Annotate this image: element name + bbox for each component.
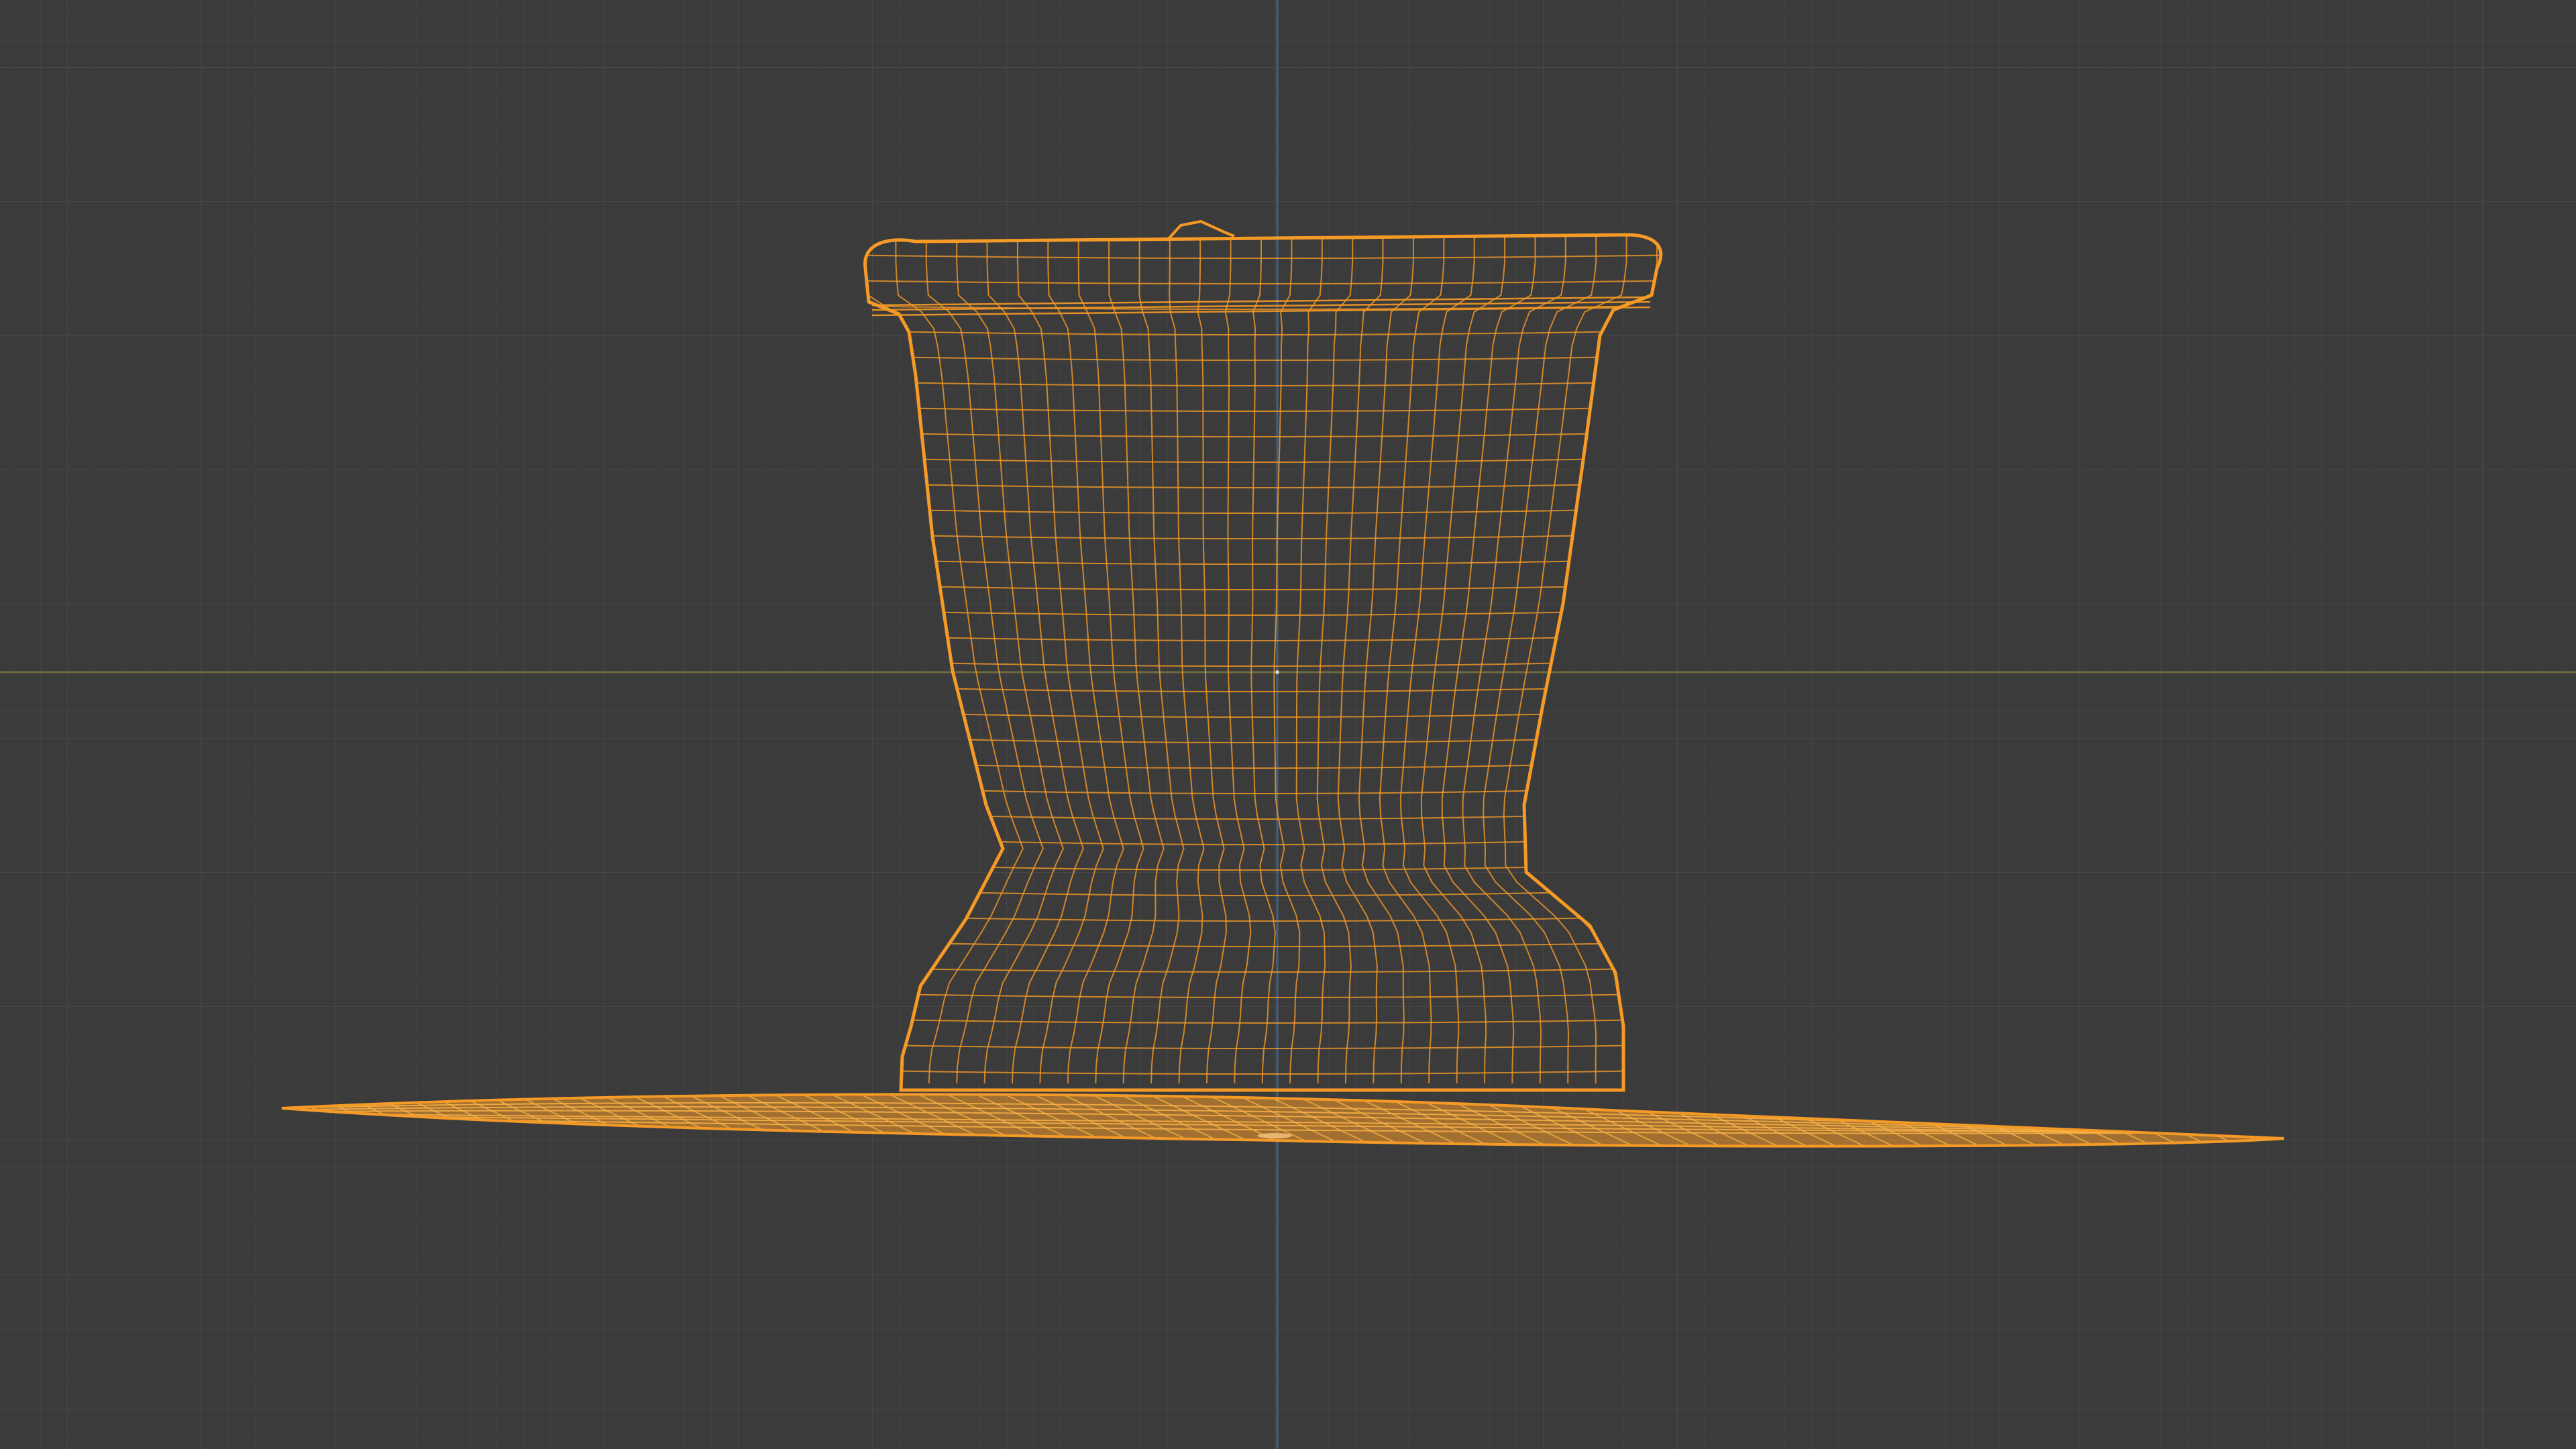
grid-major [0, 0, 2576, 1449]
3d-cursor-origin [1275, 670, 1279, 674]
viewport-canvas[interactable] [0, 0, 2576, 1449]
object-origin-marker [1257, 1133, 1292, 1138]
3d-viewport[interactable] [0, 0, 2576, 1449]
